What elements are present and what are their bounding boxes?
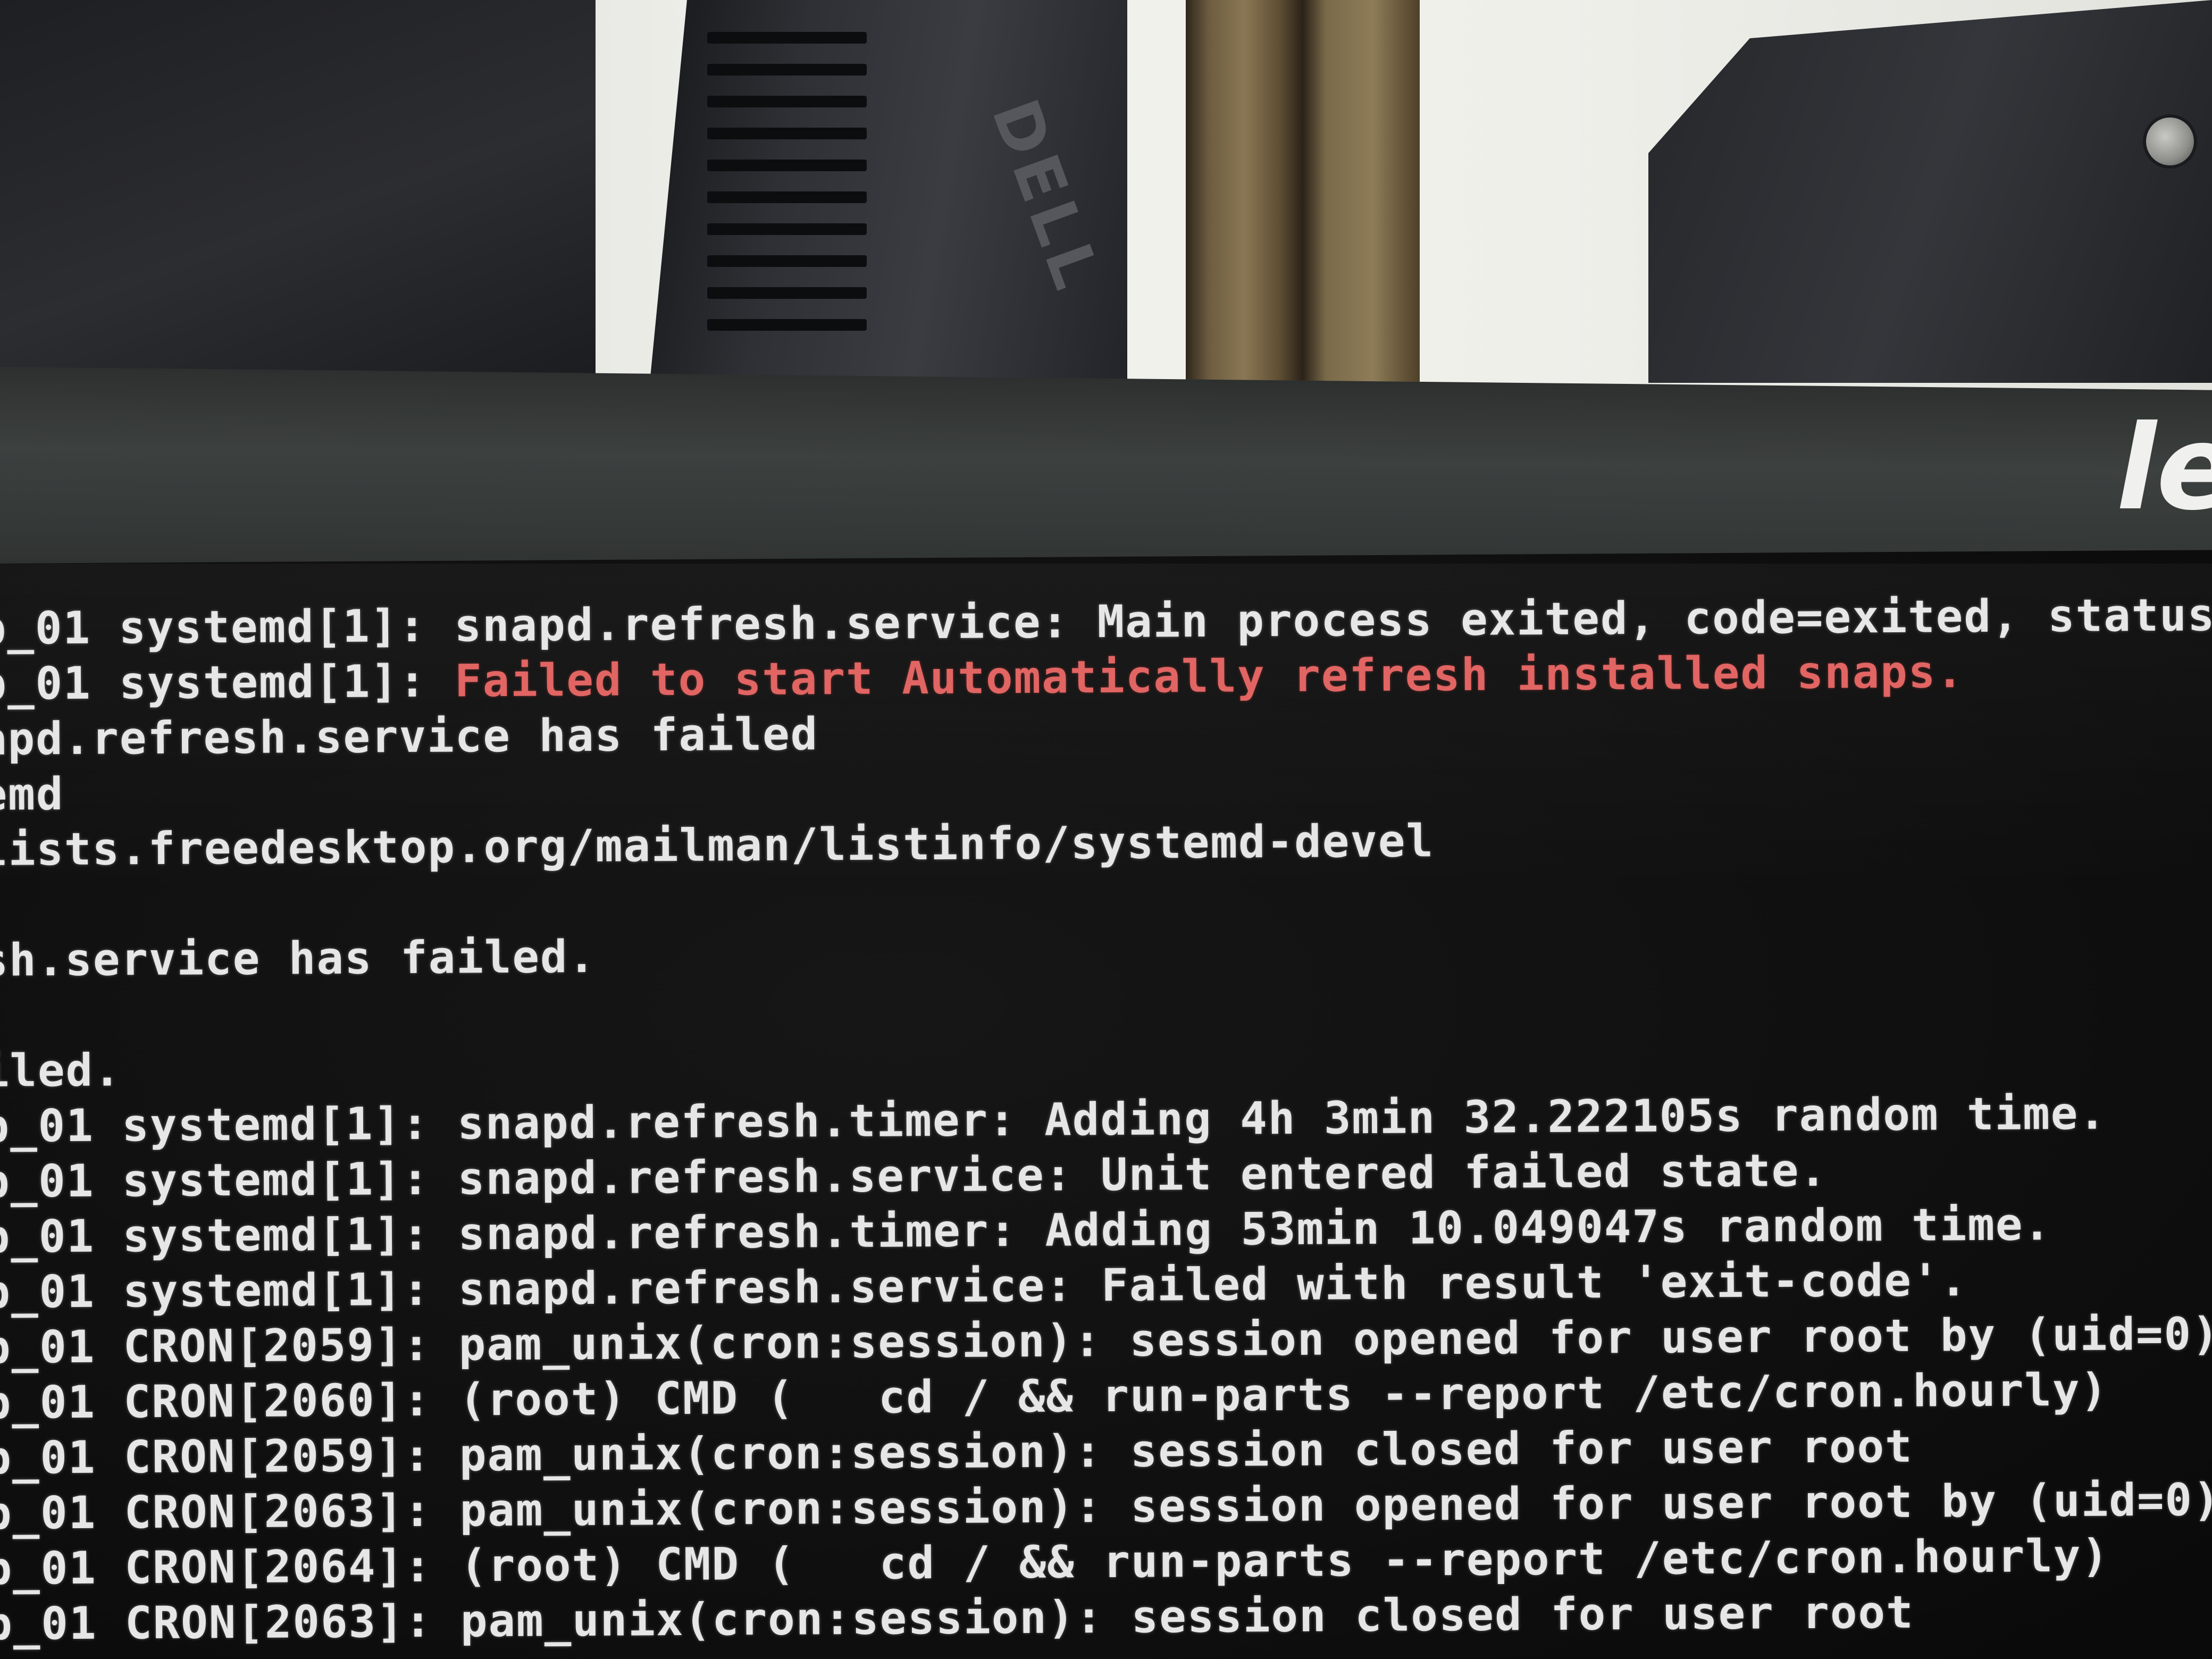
tower-vent <box>707 287 867 299</box>
tower-vent <box>707 160 867 171</box>
console-line-prefix: p_01 systemd[1]: <box>0 1208 458 1263</box>
console-line-message: snapd.refresh.service: Unit entered fail… <box>457 1144 1828 1205</box>
console-line-prefix: p_01 CRON[2063]: <box>0 1595 461 1650</box>
power-button-icon <box>2143 114 2197 169</box>
right-tower <box>1648 0 2212 383</box>
wooden-post <box>1186 0 1420 388</box>
photo-scene: DELL le p_01 systemd[1]: snapd.refresh.s… <box>0 0 2212 1659</box>
console-line-prefix: p_01 systemd[1]: <box>0 1263 459 1318</box>
monitor-brand-logo: le <box>2116 400 2212 536</box>
console-error-message: Failed to start Automatically refresh in… <box>454 646 1965 707</box>
tower-vent <box>707 32 867 44</box>
console-line-message: iled. <box>0 1044 122 1097</box>
tower-vent <box>707 96 867 107</box>
tower-vent <box>707 64 867 76</box>
console-line-message: pam_unix(cron:session): session closed f… <box>460 1586 1914 1647</box>
console-line-prefix: p_01 systemd[1]: <box>0 1097 458 1152</box>
tower-vent <box>707 319 867 331</box>
console-line-message: (root) CMD ( cd / && run-parts --report … <box>459 1529 2110 1592</box>
console-line-message: pam_unix(cron:session): session opened f… <box>458 1308 2212 1371</box>
tower-vent <box>707 223 867 235</box>
console-line-prefix: p_01 CRON[2059]: <box>0 1429 460 1484</box>
tower-vent <box>707 191 867 203</box>
console-line-message: snapd.refresh.timer: Adding 4h 3min 32.2… <box>457 1087 2107 1150</box>
console-line-message: emd <box>0 768 64 820</box>
console-line-message: snapd.refresh.service: Main process exit… <box>454 588 2212 652</box>
console-line-message: snapd.refresh.timer: Adding 53min 10.049… <box>458 1198 2052 1260</box>
monitor-screen: p_01 systemd[1]: snapd.refresh.service: … <box>0 549 2212 1659</box>
console-line-prefix: p_01 CRON[2063]: <box>0 1484 460 1539</box>
console-line-prefix: p_01 systemd[1]: <box>0 1152 458 1208</box>
console-line-prefix: p_01 systemd[1]: <box>0 655 455 710</box>
console-line-message: pam_unix(cron:session): session opened f… <box>459 1473 2212 1537</box>
console-line-prefix: p_01 CRON[2059]: <box>0 1318 459 1373</box>
console-line-message: apd.refresh.service has failed <box>0 708 819 765</box>
console-line-prefix: p_01 CRON[2064]: <box>0 1539 460 1595</box>
tower-vent <box>707 128 867 139</box>
console-output: p_01 systemd[1]: snapd.refresh.service: … <box>0 587 2212 1652</box>
console-line-message: snapd.refresh.service: Failed with resul… <box>458 1254 1968 1316</box>
console-line-prefix: p_01 systemd[1]: <box>0 599 455 655</box>
tower-vent <box>707 255 867 267</box>
console-line-prefix: p_01 CRON[2060]: <box>0 1373 459 1429</box>
console-line-message: pam_unix(cron:session): session closed f… <box>459 1420 1914 1481</box>
console-line-message: lists.freedesktop.org/mailman/listinfo/s… <box>0 815 1435 876</box>
left-monitor-back <box>0 0 596 383</box>
console-line-message: sh.service has failed. <box>0 930 597 986</box>
console-line-message: (root) CMD ( cd / && run-parts --report … <box>459 1363 2109 1426</box>
